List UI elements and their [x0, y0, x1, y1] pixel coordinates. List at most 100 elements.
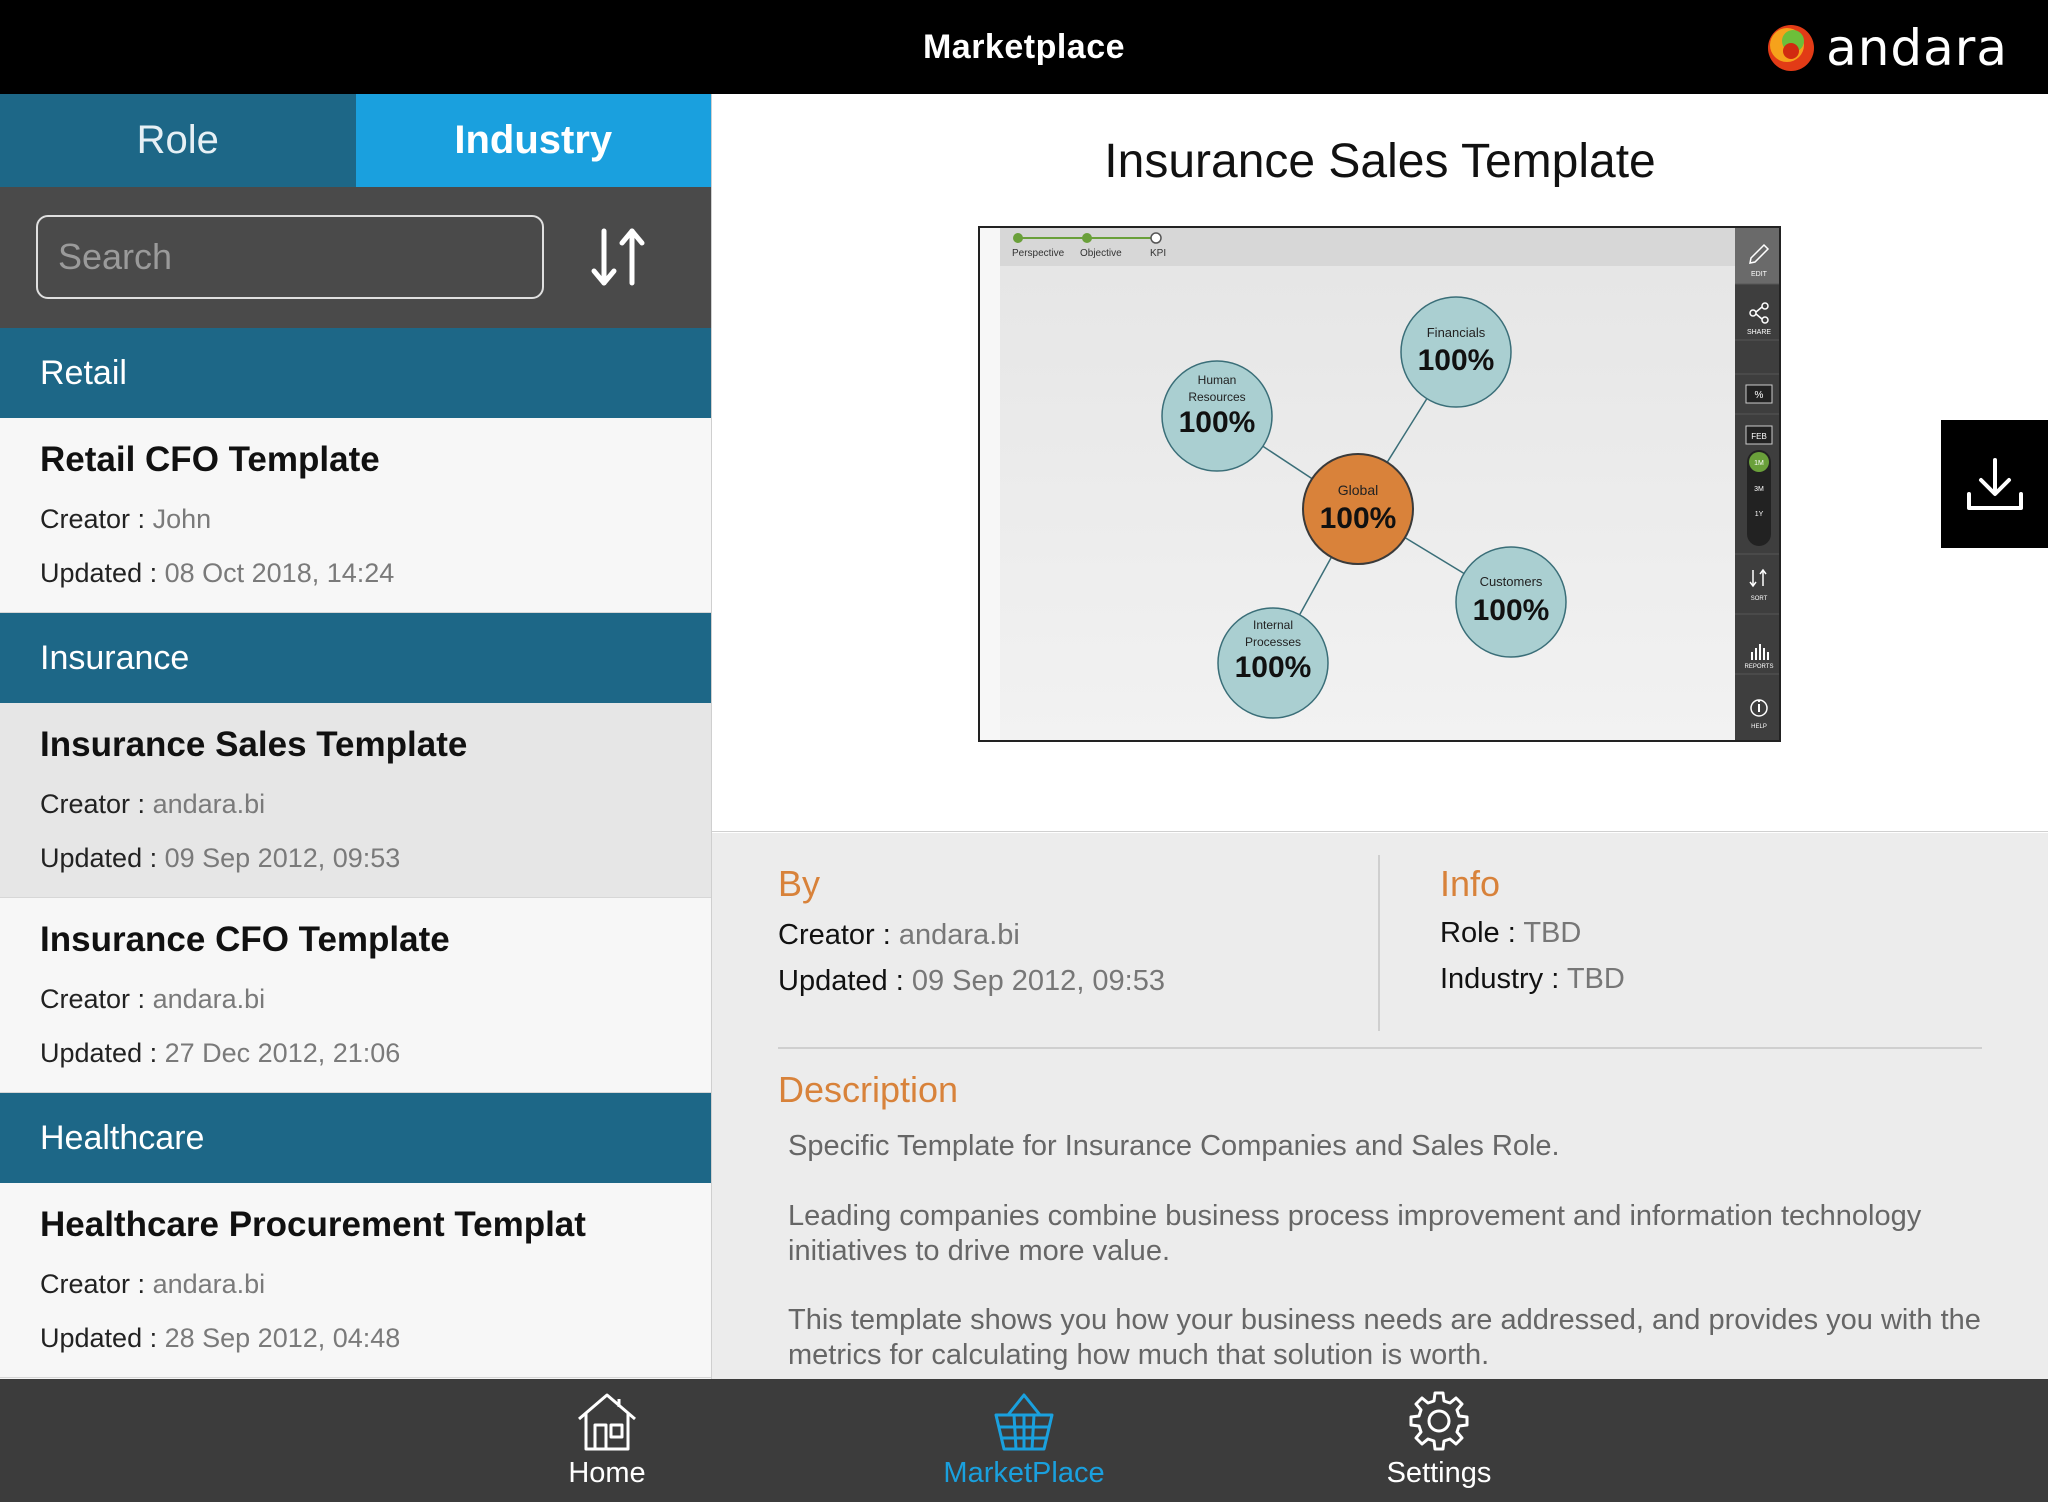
preview-area: Insurance Sales Template Perspective Obj…	[712, 94, 2048, 832]
description-paragraph: Specific Template for Insurance Companie…	[788, 1130, 1560, 1162]
nav-settings-label: Settings	[1386, 1457, 1492, 1489]
updated-value: 09 Sep 2012, 09:53	[164, 843, 401, 873]
basket-icon	[994, 1393, 1054, 1451]
nav-home[interactable]: Home	[497, 1389, 717, 1499]
search-bar	[0, 187, 711, 328]
sort-icon[interactable]	[588, 225, 648, 289]
creator-label: Creator :	[40, 504, 146, 534]
updated-label: Updated :	[40, 1323, 158, 1353]
description-heading: Description	[778, 1069, 959, 1110]
creator-label: Creator :	[40, 984, 146, 1014]
list-item[interactable]: Insurance CFO Template Creator : andara.…	[0, 898, 711, 1093]
filter-tabs: Role Industry	[0, 94, 711, 187]
updated-value: 27 Dec 2012, 21:06	[164, 1038, 401, 1068]
node-value: 100%	[1235, 651, 1312, 684]
updated-value: 08 Oct 2018, 14:24	[164, 558, 395, 588]
node-value: 100%	[1320, 502, 1397, 535]
step-objective: Objective	[1080, 248, 1122, 259]
node-label: Global	[1338, 482, 1378, 498]
list-item[interactable]: Retail CFO Template Creator : John Updat…	[0, 418, 711, 613]
creator-label: Creator :	[40, 1269, 146, 1299]
nav-settings[interactable]: Settings	[1329, 1389, 1549, 1499]
top-bar: Marketplace andara	[0, 0, 2048, 94]
role-value: TBD	[1523, 917, 1582, 949]
download-icon	[1966, 458, 2023, 510]
step-dot	[1150, 232, 1162, 244]
search-input[interactable]	[36, 215, 544, 299]
template-name: Insurance Sales Template	[40, 725, 468, 764]
template-name: Insurance CFO Template	[40, 920, 450, 959]
by-heading: By	[778, 863, 821, 904]
step-perspective: Perspective	[1012, 248, 1065, 259]
tab-role[interactable]: Role	[0, 94, 356, 187]
role-label: Role :	[1440, 917, 1516, 949]
node-value: 100%	[1418, 344, 1495, 377]
section-header-retail: Retail	[0, 328, 711, 418]
detail-title: Insurance Sales Template	[1104, 135, 1656, 188]
creator-label: Creator :	[40, 789, 146, 819]
list-item[interactable]: Insurance Sales Template Creator : andar…	[0, 703, 711, 898]
info-heading: Info	[1440, 863, 1501, 904]
toolbar-month: FEB	[1751, 432, 1767, 441]
template-list-panel: Role Industry Retail Retail CFO Template…	[0, 94, 712, 1379]
range-1y: 1Y	[1755, 511, 1764, 518]
section-divider	[778, 1047, 1982, 1049]
step-dot	[1082, 233, 1092, 243]
preview-diagram: Perspective Objective KPI Financials 100…	[980, 228, 1779, 740]
nav-home-label: Home	[568, 1457, 646, 1489]
node-label: Resources	[1188, 390, 1245, 404]
creator-value: andara.bi	[152, 984, 266, 1014]
creator-value: andara.bi	[152, 789, 266, 819]
toolbar-help-label: HELP	[1751, 724, 1767, 730]
node-value: 100%	[1473, 594, 1550, 627]
page-title: Marketplace	[922, 28, 1126, 66]
section-header-insurance: Insurance	[0, 613, 711, 703]
andara-logo-icon	[1768, 25, 1815, 71]
template-preview-image[interactable]: Perspective Objective KPI Financials 100…	[978, 226, 1781, 742]
step-dot	[1013, 233, 1023, 243]
node-label: Human	[1198, 373, 1237, 387]
updated-label: Updated :	[40, 843, 158, 873]
updated-label: Updated :	[40, 558, 158, 588]
template-name: Healthcare Procurement Templat	[40, 1205, 586, 1244]
creator-label: Creator :	[778, 919, 891, 951]
node-label: Customers	[1480, 574, 1543, 589]
toolbar-reports-label: REPORTS	[1745, 664, 1774, 670]
template-name: Retail CFO Template	[40, 440, 380, 479]
updated-value: 09 Sep 2012, 09:53	[911, 965, 1165, 997]
industry-value: TBD	[1566, 963, 1625, 995]
description-paragraph: This template shows you how your busines…	[788, 1304, 1981, 1371]
industry-label: Industry :	[1440, 963, 1560, 995]
toolbar-share-label: SHARE	[1747, 329, 1771, 336]
toolbar-sort-label: SORT	[1751, 596, 1768, 602]
nav-marketplace-label: MarketPlace	[943, 1457, 1105, 1489]
updated-label: Updated :	[778, 965, 904, 997]
reports-icon	[1751, 652, 1753, 660]
list-item[interactable]: Healthcare Procurement Templat Creator :…	[0, 1183, 711, 1378]
toolbar-percent: %	[1755, 390, 1764, 401]
updated-value: 28 Sep 2012, 04:48	[164, 1323, 401, 1353]
node-label: Financials	[1427, 325, 1486, 340]
creator-value: andara.bi	[152, 1269, 266, 1299]
gear-icon	[1409, 1391, 1469, 1451]
brand-name: andara	[1826, 19, 2008, 77]
creator-value: andara.bi	[898, 919, 1020, 951]
description-paragraph: Leading companies combine business proce…	[788, 1200, 1922, 1267]
step-kpi: KPI	[1150, 248, 1166, 259]
nav-marketplace[interactable]: MarketPlace	[914, 1389, 1134, 1499]
brand: andara	[1766, 18, 2008, 78]
template-detail-panel: Insurance Sales Template Perspective Obj…	[712, 94, 2048, 1379]
updated-label: Updated :	[40, 1038, 158, 1068]
range-1m: 1M	[1754, 460, 1764, 467]
home-icon	[578, 1393, 636, 1451]
node-value: 100%	[1179, 406, 1256, 439]
node-label: Internal	[1253, 618, 1293, 632]
node-label: Processes	[1245, 635, 1301, 649]
download-button[interactable]	[1941, 420, 2048, 548]
section-header-healthcare: Healthcare	[0, 1093, 711, 1183]
tab-industry[interactable]: Industry	[355, 94, 711, 187]
range-3m: 3M	[1754, 486, 1764, 493]
toolbar-edit-label: EDIT	[1751, 271, 1768, 278]
template-details: By Creator : andara.bi Updated : 09 Sep …	[712, 833, 2048, 1379]
column-divider	[1378, 855, 1380, 1031]
